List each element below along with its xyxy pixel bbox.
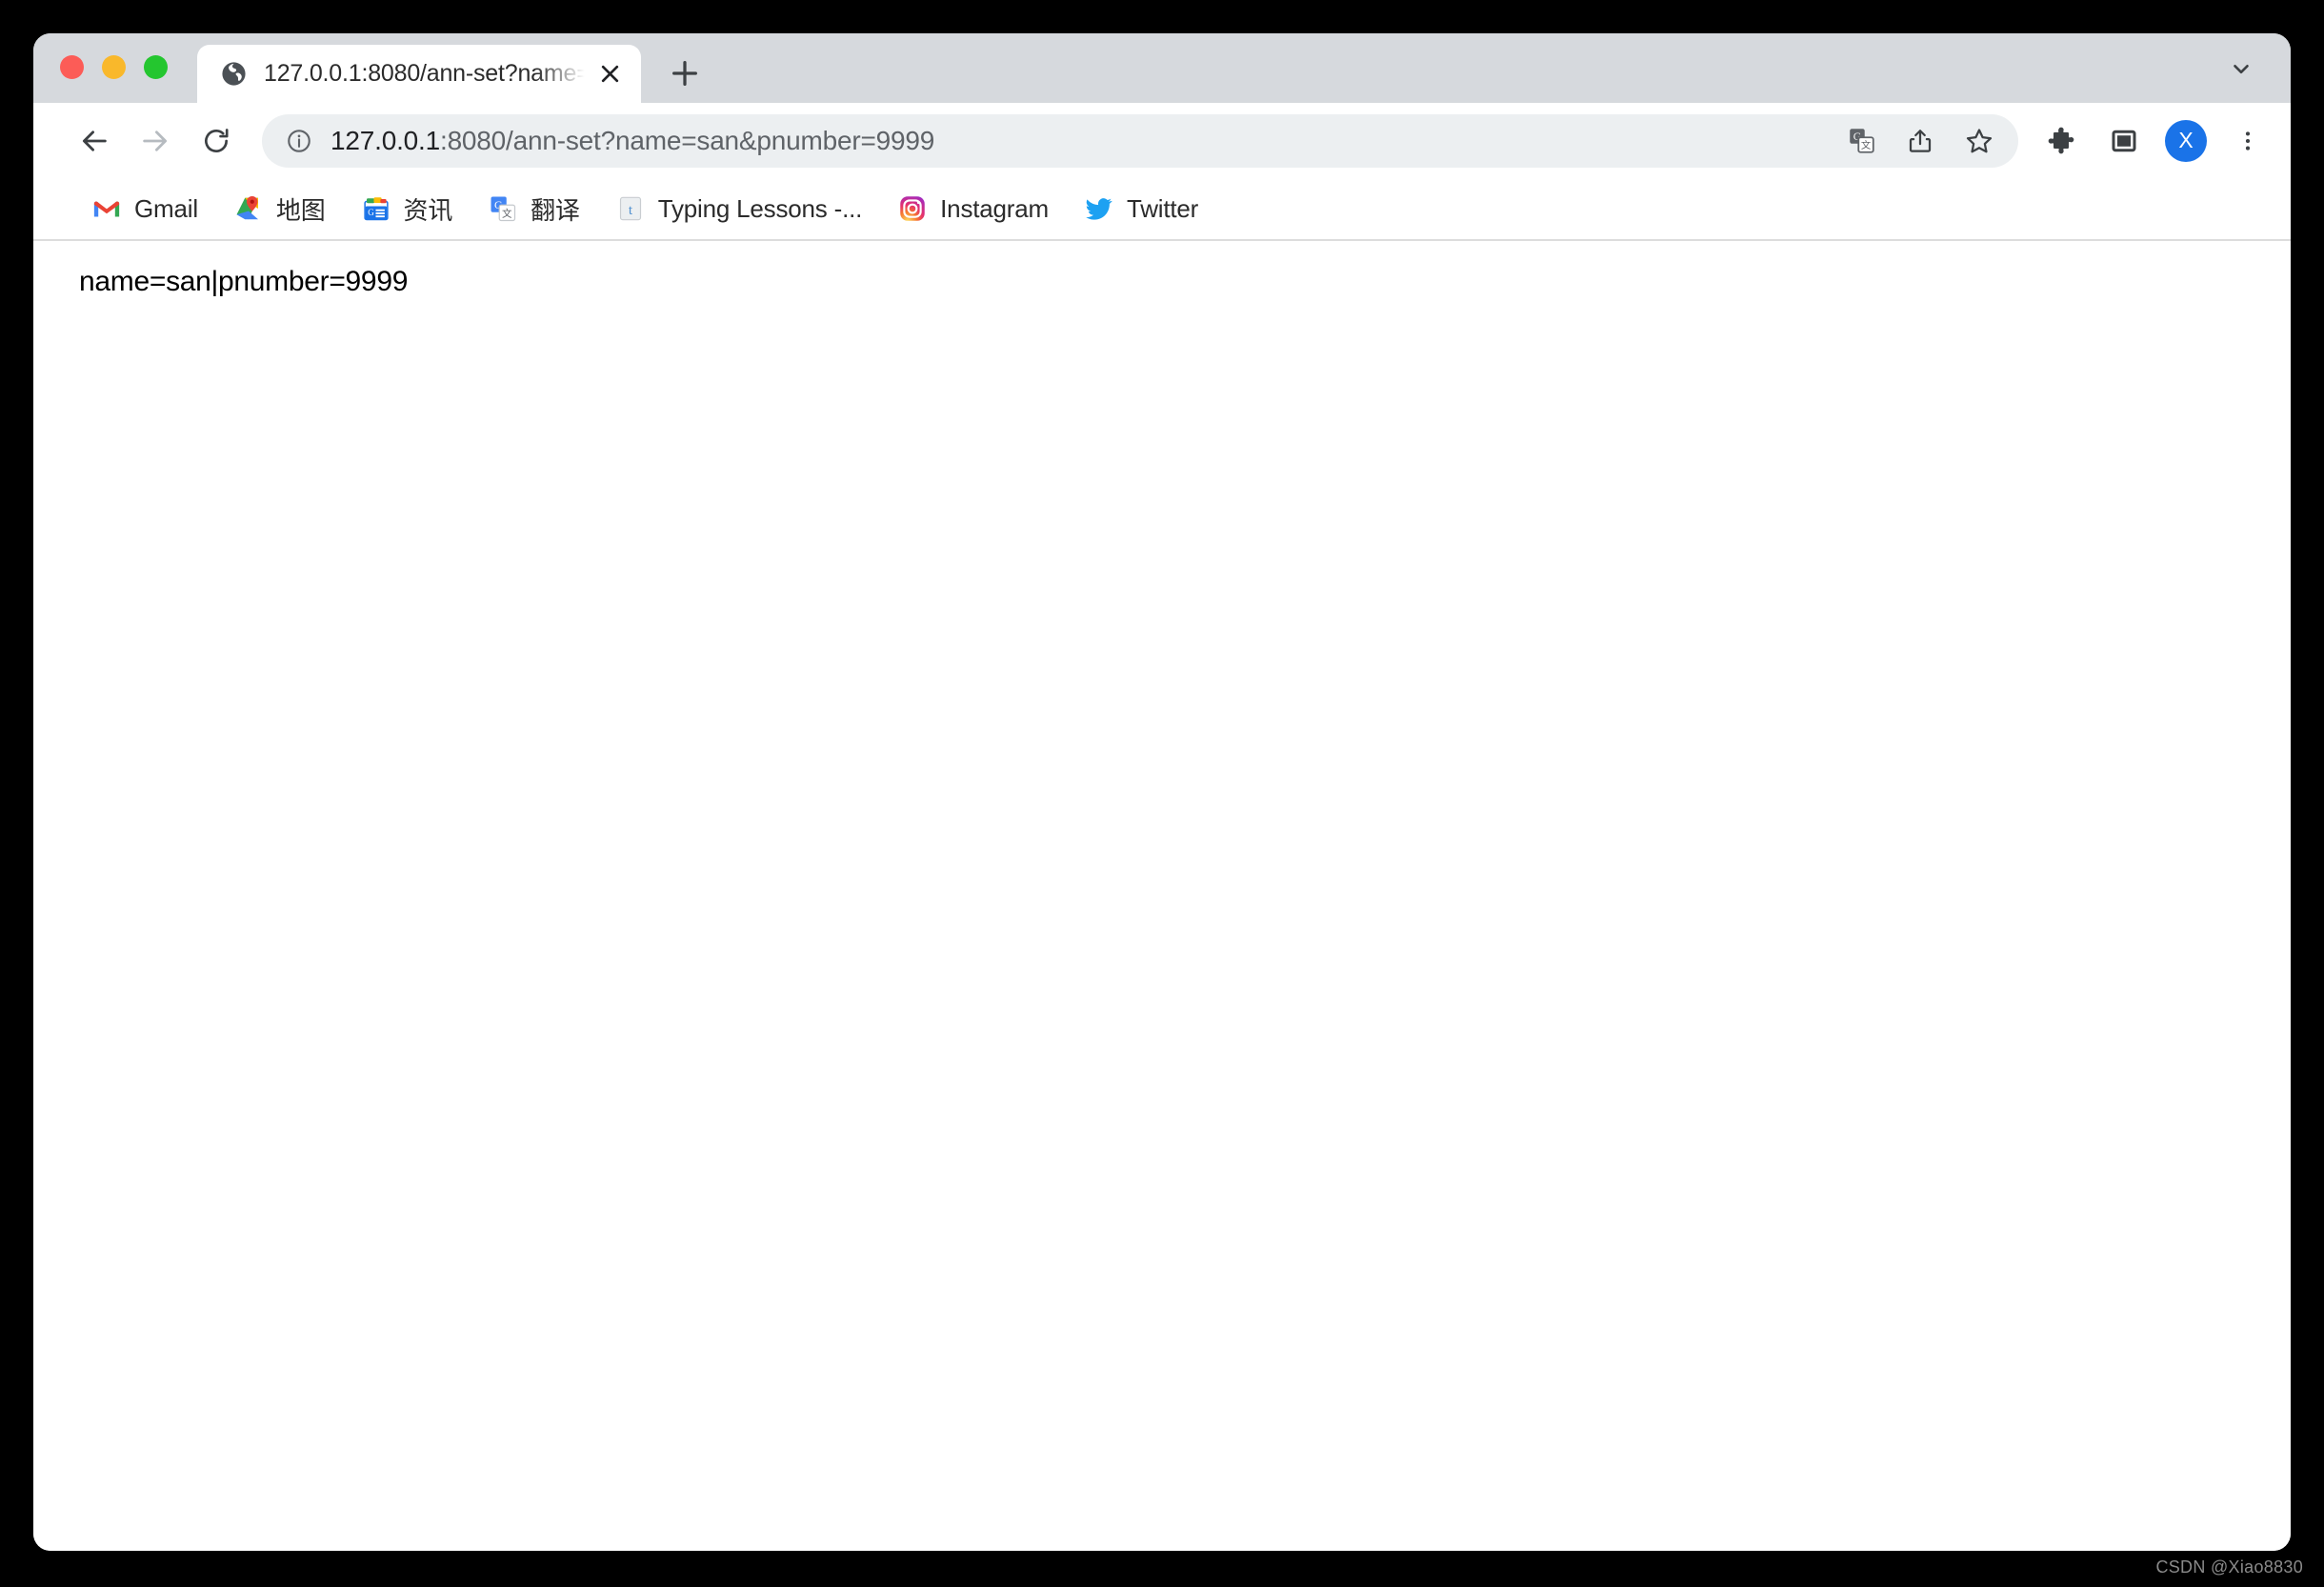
forward-button[interactable] (130, 116, 180, 166)
close-icon[interactable] (593, 58, 626, 90)
share-icon[interactable] (1898, 119, 1942, 163)
bookmark-label: 翻译 (531, 195, 580, 225)
tab-title: 127.0.0.1:8080/ann-set?name= (264, 60, 588, 87)
page-body-text: name=san|pnumber=9999 (79, 266, 409, 297)
bookmark-label: Instagram (940, 193, 1049, 223)
address-bar[interactable]: 127.0.0.1:8080/ann-set?name=san&pnumber=… (262, 113, 2018, 168)
bookmark-maps[interactable]: 地图 (223, 186, 337, 231)
bookmark-translate[interactable]: G 文 翻译 (477, 186, 591, 231)
three-dot-menu-icon[interactable] (2226, 119, 2270, 163)
bookmark-news[interactable]: G 资讯 (351, 186, 465, 231)
extensions-puzzle-icon[interactable] (2039, 119, 2083, 163)
bookmark-gmail[interactable]: Gmail (81, 186, 210, 231)
twitter-icon (1085, 194, 1113, 223)
instagram-icon (898, 194, 927, 223)
tab-strip: 127.0.0.1:8080/ann-set?name= (33, 33, 2291, 103)
omnibox-actions: G 文 (1839, 119, 2009, 163)
minimize-window-button[interactable] (102, 55, 126, 79)
bookmark-star-icon[interactable] (1957, 119, 2001, 163)
maps-icon (234, 194, 263, 223)
svg-text:文: 文 (502, 208, 512, 220)
translate-icon[interactable]: G 文 (1839, 119, 1883, 163)
window-controls (60, 33, 168, 103)
svg-text:文: 文 (1860, 139, 1870, 151)
extension-actions: X (2039, 119, 2270, 163)
page-content: name=san|pnumber=9999 (33, 241, 2291, 1551)
news-icon: G (362, 194, 391, 223)
browser-tab[interactable]: 127.0.0.1:8080/ann-set?name= (197, 45, 641, 103)
side-panel-icon[interactable] (2102, 119, 2146, 163)
close-window-button[interactable] (60, 55, 84, 79)
bookmark-label: Twitter (1126, 193, 1199, 223)
reload-button[interactable] (191, 116, 241, 166)
bookmarks-bar: Gmail 地图 G 资讯 G 文 翻译 t Typing Lessons -.… (33, 178, 2291, 241)
bookmark-twitter[interactable]: Twitter (1073, 186, 1210, 231)
back-button[interactable] (70, 116, 119, 166)
url-rest: :8080/ann-set?name=san&pnumber=9999 (439, 125, 935, 155)
globe-icon (220, 60, 248, 88)
bookmark-label: 地图 (275, 195, 326, 225)
maximize-window-button[interactable] (144, 55, 168, 79)
bookmark-instagram[interactable]: Instagram (887, 186, 1060, 231)
gmail-icon (92, 194, 121, 223)
svg-text:G: G (368, 208, 374, 217)
new-tab-button[interactable] (658, 47, 711, 100)
bookmark-label: 资讯 (403, 195, 453, 225)
translate-icon: G 文 (489, 194, 517, 223)
chevron-down-icon[interactable] (2220, 48, 2262, 90)
watermark: CSDN @Xiao8830 (2155, 1557, 2303, 1577)
browser-toolbar: 127.0.0.1:8080/ann-set?name=san&pnumber=… (33, 103, 2291, 178)
typing-lessons-icon: t (616, 194, 645, 223)
browser-window: 127.0.0.1:8080/ann-set?name= 127.0.0.1:8… (33, 33, 2291, 1551)
bookmark-label: Typing Lessons -... (657, 193, 863, 223)
info-icon[interactable] (283, 125, 315, 157)
bookmark-typing-lessons[interactable]: t Typing Lessons -... (605, 186, 873, 231)
avatar[interactable]: X (2165, 119, 2207, 162)
url-host: 127.0.0.1 (331, 125, 440, 155)
bookmark-label: Gmail (134, 193, 198, 223)
url-text[interactable]: 127.0.0.1:8080/ann-set?name=san&pnumber=… (331, 126, 934, 156)
